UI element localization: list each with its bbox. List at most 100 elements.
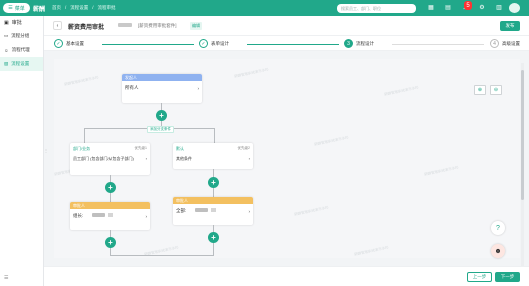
add-node-button[interactable]: + — [156, 110, 167, 121]
help-icon[interactable]: ? — [491, 221, 505, 235]
app-logo: 薪酬 — [33, 7, 46, 13]
gear-icon[interactable]: ⚙ — [478, 3, 486, 12]
sidebar-item-group[interactable]: ▭ 流程分组 — [0, 29, 43, 43]
approver-text: 全部: — [176, 208, 187, 213]
step-label: 基本设置 — [66, 40, 84, 46]
redacted-text — [211, 208, 217, 212]
watermark: 薪酬管理系统演示水印 — [383, 85, 419, 97]
zoom-out-icon[interactable]: ⊖ — [490, 85, 502, 95]
connector — [110, 255, 214, 256]
sidebar-item-label: 流程分组 — [11, 33, 30, 38]
sidebar-title: 审批 — [11, 20, 22, 26]
step-connector — [392, 43, 484, 45]
redacted-text — [118, 23, 132, 27]
redacted-text — [108, 213, 114, 217]
page-subtitle: [薪资费用审批套件] — [138, 23, 177, 28]
breadcrumb-sep: / — [65, 5, 67, 10]
sidebar-item-label: 流程设置 — [11, 61, 30, 66]
start-node-text: 所有人 — [125, 85, 139, 90]
watermark: 薪酬管理系统演示水印 — [293, 205, 329, 217]
footer: 上一步 下一步 — [44, 266, 529, 286]
step-label: 表单设计 — [211, 40, 229, 46]
breadcrumb-item[interactable]: 首页 — [52, 5, 61, 11]
edit-tag[interactable]: 编辑 — [190, 22, 202, 30]
add-condition-button[interactable]: 添加分支条件 — [147, 126, 174, 133]
chevron-right-icon: › — [145, 156, 147, 161]
start-node[interactable]: 发起人 所有人 › — [122, 74, 202, 103]
folder-icon: ▭ — [4, 33, 9, 38]
condition-priority: 优先级1 — [134, 146, 147, 150]
sidebar: ▣ 审批 ▭ 流程分组 ☺ 流程代理 ▧ 流程设置 ☰ — [0, 16, 44, 286]
back-button[interactable]: ‹ — [53, 21, 62, 30]
drag-handle-icon[interactable]: ⋮ — [44, 148, 48, 156]
watermark: 薪酬管理系统演示水印 — [313, 135, 349, 147]
add-node-button[interactable]: + — [105, 237, 116, 248]
breadcrumb-item: 流程审批 — [97, 5, 116, 10]
top-bar: ☰ 菜单 薪酬 首页 / 流程设置 / 流程审批 搜索员工、部门、职位 ▦ ▤ … — [0, 0, 529, 16]
add-node-button[interactable]: + — [105, 182, 116, 193]
step-number: 4 — [490, 39, 499, 48]
flow-canvas[interactable]: 薪酬管理系统演示水印 薪酬管理系统演示水印 薪酬管理系统演示水印 薪酬管理系统演… — [54, 59, 520, 258]
watermark: 薪酬管理系统演示水印 — [423, 165, 459, 177]
watermark: 薪酬管理系统演示水印 — [353, 245, 389, 257]
menu-icon: ☰ — [8, 5, 13, 11]
step-flow[interactable]: 3 流程设计 — [344, 39, 374, 48]
step-form[interactable]: ✓ 表单设计 — [199, 39, 229, 48]
watermark: 薪酬管理系统演示水印 — [63, 75, 99, 87]
breadcrumb-sep: / — [92, 5, 94, 10]
approver-node[interactable]: 审批人 组长: › — [70, 202, 150, 230]
menu-label: 菜单 — [14, 5, 25, 12]
redacted-text — [92, 213, 106, 217]
zoom-in-icon[interactable]: ⊕ — [474, 85, 486, 95]
step-connector — [247, 43, 339, 45]
add-node-button[interactable]: + — [208, 177, 219, 188]
menu-button[interactable]: ☰ 菜单 — [3, 3, 30, 13]
scrollbar-thumb[interactable] — [521, 70, 524, 200]
step-number: 3 — [344, 39, 353, 48]
condition-priority: 优先级2 — [237, 146, 250, 150]
avatar[interactable] — [509, 3, 520, 13]
sidebar-item-settings[interactable]: ▧ 流程设置 — [0, 57, 43, 71]
publish-button[interactable]: 发布 — [500, 21, 520, 31]
top-icons: ▦ ▤ ♫5 ⚙ ▥ — [427, 1, 503, 12]
collapse-sidebar-icon[interactable]: ☰ — [4, 275, 8, 281]
grid-icon[interactable]: ▦ — [427, 3, 435, 12]
approval-icon: ▣ — [4, 19, 9, 26]
sidebar-item-proxy[interactable]: ☺ 流程代理 — [0, 43, 43, 57]
step-basic[interactable]: ✓ 基本设置 — [54, 39, 84, 48]
bell-icon[interactable]: ♫5 — [461, 1, 472, 12]
chevron-right-icon: › — [248, 156, 250, 161]
approver-node-head: 审批人 — [70, 202, 150, 209]
connector — [84, 128, 85, 144]
condition-node[interactable]: 默认 优先级2 其他条件 › — [173, 143, 253, 169]
redacted-text — [195, 208, 209, 212]
condition-title: 部门/业务 — [73, 146, 91, 151]
step-advanced[interactable]: 4 高级设置 — [490, 39, 520, 48]
page-title: 薪资费用审批 — [68, 25, 105, 31]
approver-node-head: 审批人 — [173, 197, 253, 204]
approver-node[interactable]: 审批人 全部: › — [173, 197, 253, 225]
condition-node[interactable]: 部门/业务 优先级1 员工部门 (包含部门/从包含子部门) › — [70, 143, 150, 175]
breadcrumb-item[interactable]: 流程设置 — [70, 5, 88, 11]
settings-icon: ▧ — [4, 61, 9, 66]
prev-step-button[interactable]: 上一步 — [467, 272, 492, 282]
chevron-right-icon: › — [248, 208, 251, 214]
add-node-button[interactable]: + — [208, 232, 219, 243]
breadcrumb: 首页 / 流程设置 / 流程审批 — [52, 5, 116, 11]
sidebar-header: ▣ 审批 — [0, 16, 43, 29]
chevron-right-icon: › — [197, 85, 200, 91]
document-icon[interactable]: ▤ — [444, 3, 452, 12]
connector — [214, 128, 215, 144]
next-step-button[interactable]: 下一步 — [495, 272, 520, 282]
page-header: ‹ 薪资费用审批 [薪资费用审批套件] 编辑 发布 — [44, 16, 529, 36]
condition-text: 其他条件 — [176, 156, 192, 161]
step-label: 高级设置 — [502, 40, 520, 46]
search-input[interactable]: 搜索员工、部门、职位 — [337, 3, 416, 13]
apps-icon[interactable]: ▥ — [495, 3, 503, 12]
assistant-avatar-icon[interactable]: ☻ — [491, 244, 505, 258]
notification-badge: 5 — [464, 1, 472, 10]
condition-text: 员工部门 (包含部门/从包含子部门) — [73, 156, 134, 161]
user-icon: ☺ — [4, 47, 9, 53]
check-icon: ✓ — [199, 39, 208, 48]
approver-text: 组长: — [73, 213, 84, 218]
